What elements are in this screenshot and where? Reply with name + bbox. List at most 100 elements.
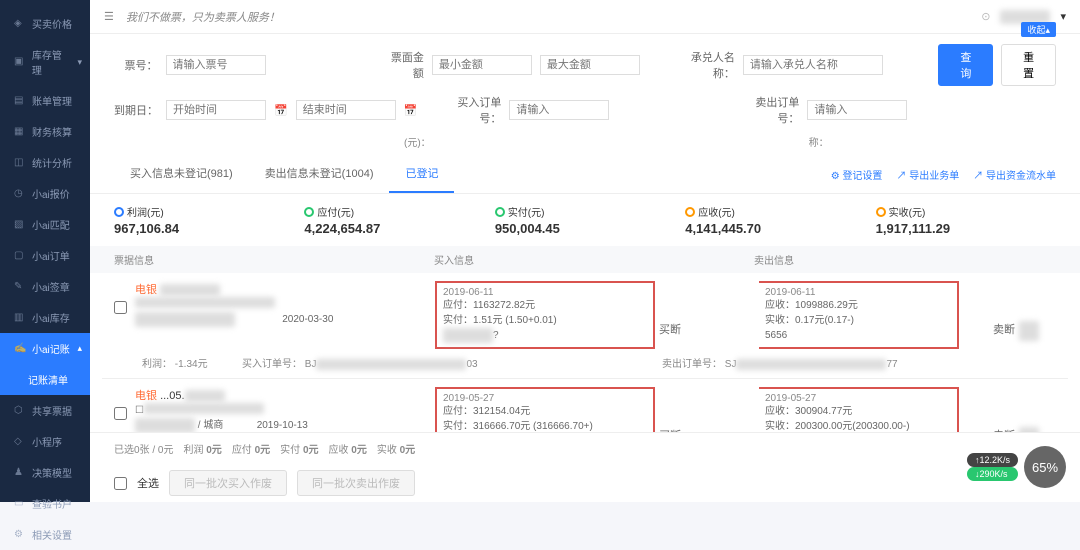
stat-profit: 利润(元)967,106.84 bbox=[114, 204, 294, 236]
label-ticket: 票号： bbox=[114, 57, 158, 73]
table-row: 电银 ...05.xx ☐x x / 城商 2019-10-13 2019-05… bbox=[102, 379, 1068, 432]
row-checkbox[interactable] bbox=[114, 301, 127, 314]
speed-down: ↓290K/s bbox=[967, 467, 1018, 481]
dot-icon bbox=[876, 207, 886, 217]
sidebar-item-ai-sign[interactable]: ✎小ai签章 bbox=[0, 271, 90, 302]
dot-icon bbox=[685, 207, 695, 217]
filter-panel: 票号： 票面金额 承兑人名称： 查 询 重 置 到期日： 📅 📅 买入订单号： … bbox=[90, 34, 1080, 155]
batch-sell-button[interactable]: 同一批次卖出作废 bbox=[297, 470, 415, 496]
stat-receivable: 应收(元)4,141,445.70 bbox=[685, 204, 865, 236]
action-icon[interactable]: ⋮ bbox=[1019, 427, 1039, 432]
amount-max-input[interactable] bbox=[540, 55, 640, 75]
record-list[interactable]: 电银 xxxxx x x 2020-03-30 2019-06-11 应付：11… bbox=[90, 273, 1080, 432]
action-export-biz[interactable]: ↗ 导出业务单 bbox=[896, 167, 959, 182]
model-icon: ♟ bbox=[14, 467, 26, 479]
start-date-input[interactable] bbox=[166, 100, 266, 120]
stat-paid: 实付(元)950,004.45 bbox=[495, 204, 675, 236]
action-icon[interactable]: ⋮ bbox=[1019, 321, 1039, 341]
main-panel: ☰ 我们不做票，只为卖票人服务！ ⊙ user ▾ 票号： 票面金额 承兑人名称… bbox=[90, 0, 1080, 502]
speed-up: ↑12.2K/s bbox=[967, 453, 1018, 467]
calc-icon: ▦ bbox=[14, 126, 26, 138]
action-export-fund[interactable]: ↗ 导出资金流水单 bbox=[973, 167, 1056, 182]
stats-row: 利润(元)967,106.84 应付(元)4,224,654.87 实付(元)9… bbox=[90, 194, 1080, 246]
speed-circle[interactable]: 65% bbox=[1024, 446, 1066, 488]
tab-buy-unreg[interactable]: 买入信息未登记(981) bbox=[114, 155, 249, 193]
dot-icon bbox=[495, 207, 505, 217]
sidebar-item-ledger[interactable]: ▤账单管理 bbox=[0, 85, 90, 116]
book-icon: ▤ bbox=[14, 95, 26, 107]
footer-actions: 全选 同一批次买入作废 同一批次卖出作废 bbox=[90, 464, 1080, 502]
clock-icon: ◷ bbox=[14, 188, 26, 200]
tabs: 买入信息未登记(981) 卖出信息未登记(1004) 已登记 ⚙ 登记设置 ↗ … bbox=[90, 155, 1080, 194]
pen-icon: ✎ bbox=[14, 281, 26, 293]
sidebar-item-miniapp[interactable]: ◇小程序 bbox=[0, 426, 90, 457]
stat-received: 实收(元)1,917,111.29 bbox=[876, 204, 1056, 236]
sidebar-item-ai-quote[interactable]: ◷小ai报价 bbox=[0, 178, 90, 209]
buy-status: 买断 bbox=[659, 281, 759, 337]
match-icon: ▧ bbox=[14, 219, 26, 231]
action-reg-settings[interactable]: ⚙ 登记设置 bbox=[831, 167, 883, 182]
calendar-icon[interactable]: 📅 bbox=[274, 104, 288, 117]
sell-order-input[interactable] bbox=[807, 100, 907, 120]
sidebar-item-share[interactable]: ⬡共享票据 bbox=[0, 395, 90, 426]
sidebar-item-ai-stock[interactable]: ▥小ai库存 bbox=[0, 302, 90, 333]
stock-icon: ▥ bbox=[14, 312, 26, 324]
sidebar-item-ai-record[interactable]: ✍小ai记账▴ bbox=[0, 333, 90, 364]
stat-payable: 应付(元)4,224,654.87 bbox=[304, 204, 484, 236]
reset-button[interactable]: 重 置 bbox=[1001, 44, 1056, 86]
sidebar-item-stats[interactable]: ◫统计分析 bbox=[0, 147, 90, 178]
sidebar-item-inventory[interactable]: ▣库存管理▾ bbox=[0, 39, 90, 85]
sidebar-item-model[interactable]: ♟决策模型 bbox=[0, 457, 90, 488]
sidebar-item-ai-match[interactable]: ▧小ai匹配 bbox=[0, 209, 90, 240]
sidebar-item-price[interactable]: ◈买卖价格 bbox=[0, 8, 90, 39]
share-icon: ⬡ bbox=[14, 405, 26, 417]
app-icon: ◇ bbox=[14, 436, 26, 448]
box-icon: ▣ bbox=[14, 56, 26, 68]
tab-sell-unreg[interactable]: 卖出信息未登记(1004) bbox=[249, 155, 390, 193]
sidebar-item-ai-order[interactable]: ▢小ai订单 bbox=[0, 240, 90, 271]
dot-icon bbox=[304, 207, 314, 217]
label-acceptor: 承兑人名称： bbox=[676, 49, 735, 81]
chevron-up-icon: ▴ bbox=[77, 343, 82, 354]
tab-registered[interactable]: 已登记 bbox=[389, 155, 454, 193]
label-due: 到期日： bbox=[114, 102, 158, 118]
end-date-input[interactable] bbox=[296, 100, 396, 120]
sidebar-sub-ledger-list[interactable]: 记账清单 bbox=[0, 364, 90, 395]
order-icon: ▢ bbox=[14, 250, 26, 262]
chart-icon: ◫ bbox=[14, 157, 26, 169]
collapse-toggle[interactable]: 收起▴ bbox=[1021, 22, 1056, 37]
ticket-input[interactable] bbox=[166, 55, 266, 75]
search-button[interactable]: 查 询 bbox=[938, 44, 993, 86]
label-sell-order: 卖出订单号： bbox=[735, 94, 799, 126]
chevron-down-icon[interactable]: ▾ bbox=[1060, 10, 1066, 23]
batch-buy-button[interactable]: 同一批次买入作废 bbox=[169, 470, 287, 496]
section-head: 票据信息 买入信息 卖出信息 bbox=[90, 246, 1080, 273]
buy-status: 买断 bbox=[659, 387, 759, 432]
select-all-checkbox[interactable] bbox=[114, 477, 127, 490]
notify-icon[interactable]: ⊙ bbox=[981, 10, 990, 23]
chevron-down-icon: ▾ bbox=[77, 57, 82, 68]
audit-icon: ▭ bbox=[14, 498, 26, 510]
tag-type: 电银 bbox=[135, 390, 157, 402]
topbar: ☰ 我们不做票，只为卖票人服务！ ⊙ user ▾ bbox=[90, 0, 1080, 34]
buy-order-input[interactable] bbox=[509, 100, 609, 120]
edit-icon: ✍ bbox=[14, 343, 26, 355]
sidebar: ◈买卖价格 ▣库存管理▾ ▤账单管理 ▦财务核算 ◫统计分析 ◷小ai报价 ▧小… bbox=[0, 0, 90, 502]
amount-min-input[interactable] bbox=[432, 55, 532, 75]
tag-icon: ◈ bbox=[14, 18, 26, 30]
row-checkbox[interactable] bbox=[114, 407, 127, 420]
footer-summary: 已选0张 / 0元 利润 0元 应付 0元 实付 0元 应收 0元 实收 0元 bbox=[90, 432, 1080, 464]
sidebar-item-audit[interactable]: ▭查验书户 bbox=[0, 488, 90, 519]
sidebar-item-settings[interactable]: ⚙相关设置 bbox=[0, 519, 90, 550]
label-amount: 票面金额 bbox=[380, 49, 424, 81]
menu-icon[interactable]: ☰ bbox=[104, 10, 114, 23]
sidebar-item-finance[interactable]: ▦财务核算 bbox=[0, 116, 90, 147]
gear-icon: ⚙ bbox=[14, 529, 26, 541]
table-row: 电银 xxxxx x x 2020-03-30 2019-06-11 应付：11… bbox=[102, 273, 1068, 379]
tag-type: 电银 bbox=[135, 284, 157, 296]
label-buy-order: 买入订单号： bbox=[437, 94, 501, 126]
acceptor-input[interactable] bbox=[743, 55, 883, 75]
dot-icon bbox=[114, 207, 124, 217]
calendar-icon[interactable]: 📅 bbox=[404, 104, 418, 117]
slogan: 我们不做票，只为卖票人服务！ bbox=[126, 9, 280, 25]
